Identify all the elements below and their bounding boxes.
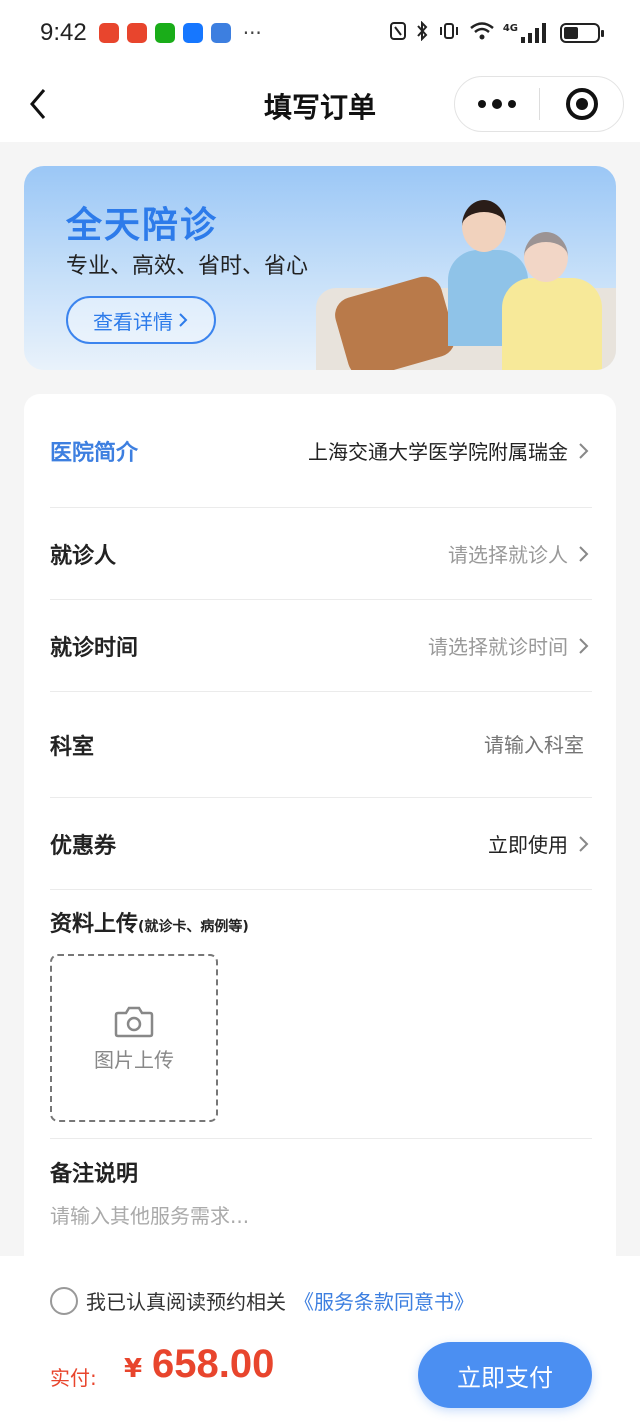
- mini-program-capsule: [454, 76, 624, 132]
- banner-subtitle: 专业、高效、省时、省心: [66, 254, 309, 279]
- coupon-row[interactable]: 优惠券 立即使用: [50, 798, 592, 890]
- department-input[interactable]: [332, 732, 592, 757]
- agreement-text: 我已认真阅读预约相关: [86, 1290, 286, 1314]
- hospital-value: 上海交通大学医学院附属瑞金: [308, 440, 568, 464]
- agreement-row: 我已认真阅读预约相关 《服务条款同意书》: [50, 1286, 474, 1315]
- visit-time-label: 就诊时间: [50, 635, 139, 661]
- browser-icon: [210, 23, 231, 43]
- upload-title: 资料上传(就诊卡、病例等): [50, 906, 249, 938]
- chevron-right-icon: [579, 442, 589, 459]
- visit-time-row[interactable]: 就诊时间 请选择就诊时间: [50, 600, 592, 692]
- coupon-value-wrap: 立即使用: [488, 829, 592, 858]
- currency-symbol: ¥: [124, 1354, 143, 1384]
- more-dots-icon: [508, 100, 516, 108]
- status-bar: 9:42 ··· 4G: [0, 0, 640, 66]
- pay-amount: 658.00: [152, 1342, 275, 1386]
- upload-hint: (就诊卡、病例等): [138, 919, 249, 935]
- agreement-checkbox[interactable]: [50, 1286, 78, 1315]
- wechat-icon: [154, 23, 175, 43]
- upload-label: 图片上传: [94, 1047, 174, 1072]
- nfc-icon: [389, 21, 407, 46]
- coupon-label: 优惠券: [50, 833, 117, 859]
- banner-illustration-patient: [502, 278, 602, 370]
- terms-link[interactable]: 《服务条款同意书》: [294, 1286, 474, 1315]
- banner-illustration-caregiver-head: [462, 200, 506, 252]
- nav-bar: 填写订单: [0, 66, 640, 142]
- more-dots-icon: [478, 100, 486, 108]
- more-dots-icon: [492, 99, 502, 109]
- banner-illustration-patient-head: [524, 232, 568, 282]
- patient-value-wrap: 请选择就诊人: [448, 539, 592, 568]
- department-label: 科室: [50, 734, 95, 760]
- patient-row[interactable]: 就诊人 请选择就诊人: [50, 508, 592, 600]
- pay-label: 实付:: [50, 1366, 97, 1390]
- patient-placeholder: 请选择就诊人: [448, 543, 568, 567]
- bluetooth-icon: [415, 20, 429, 46]
- app-notification-icon: [98, 23, 119, 43]
- more-button[interactable]: [455, 77, 539, 131]
- wifi-icon: [469, 21, 495, 46]
- view-details-label: 查看详情: [93, 309, 173, 334]
- service-banner: 全天陪诊 专业、高效、省时、省心 查看详情: [24, 166, 616, 370]
- visit-time-placeholder: 请选择就诊时间: [428, 635, 568, 659]
- battery-icon: [560, 23, 604, 43]
- chevron-right-icon: [579, 835, 589, 852]
- chevron-right-icon: [579, 545, 589, 562]
- close-mini-program-button[interactable]: [540, 77, 623, 131]
- status-time: 9:42: [40, 19, 87, 46]
- divider: [50, 1138, 592, 1139]
- chevron-right-icon: [579, 637, 589, 654]
- vibrate-icon: [437, 21, 461, 46]
- camera-icon: [114, 1006, 154, 1037]
- alipay-icon: [182, 23, 203, 43]
- more-notifications-icon: ···: [242, 21, 262, 45]
- chevron-right-icon: [179, 313, 188, 327]
- order-form: 医院简介 上海交通大学医学院附属瑞金 就诊人 请选择就诊人 就诊时间 请选择就诊…: [24, 394, 616, 1274]
- view-details-button[interactable]: 查看详情: [66, 296, 216, 344]
- signal-icon: 4G: [503, 23, 546, 43]
- remark-input[interactable]: [50, 1198, 592, 1234]
- app-notification-icon: [126, 23, 147, 43]
- remark-title: 备注说明: [50, 1162, 139, 1187]
- banner-title: 全天陪诊: [66, 205, 219, 246]
- hospital-label: 医院简介: [50, 440, 139, 466]
- patient-label: 就诊人: [50, 543, 117, 569]
- visit-time-value-wrap: 请选择就诊时间: [428, 631, 592, 660]
- pay-now-button[interactable]: 立即支付: [418, 1342, 592, 1408]
- status-indicators: 4G: [389, 20, 604, 46]
- upload-title-text: 资料上传: [50, 912, 139, 937]
- image-upload-button[interactable]: 图片上传: [50, 954, 218, 1122]
- network-type-label: 4G: [502, 23, 518, 34]
- hospital-value-wrap: 上海交通大学医学院附属瑞金: [308, 436, 592, 465]
- department-row: 科室: [50, 692, 592, 798]
- target-icon: [565, 88, 598, 120]
- coupon-value: 立即使用: [488, 833, 568, 857]
- bottom-bar: 我已认真阅读预约相关 《服务条款同意书》 实付: ¥ 658.00 立即支付: [0, 1256, 640, 1424]
- hospital-row[interactable]: 医院简介 上海交通大学医学院附属瑞金: [50, 394, 592, 508]
